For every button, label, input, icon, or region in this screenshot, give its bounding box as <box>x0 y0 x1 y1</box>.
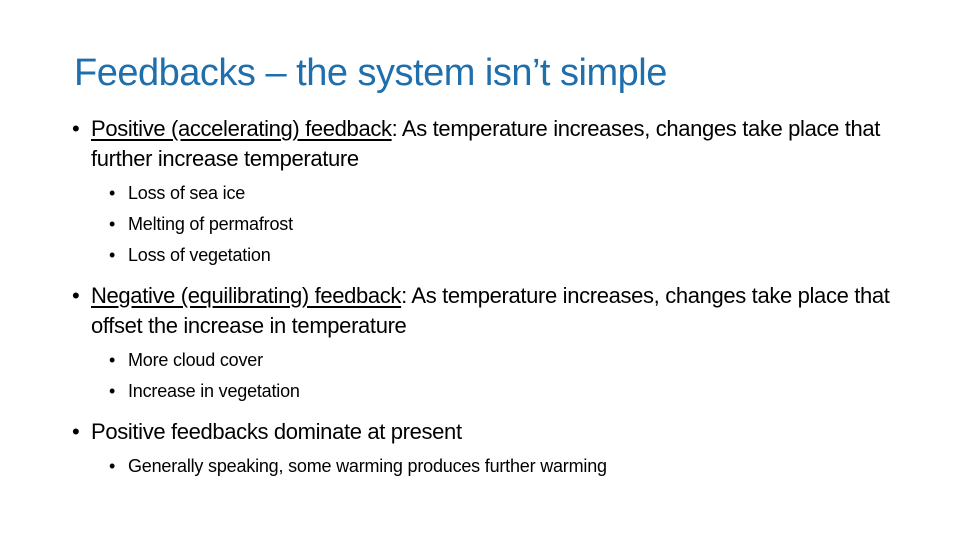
sub-bullet-text: Loss of sea ice <box>128 183 246 203</box>
sub-bullet-text: Loss of vegetation <box>128 245 271 265</box>
bullet-positive-feedback: • Positive (accelerating) feedback: As t… <box>72 114 922 174</box>
sub-bullet: • Increase in vegetation <box>72 376 922 407</box>
sub-list-negative: • More cloud cover • Increase in vegetat… <box>72 345 922 407</box>
bullet-icon: • <box>109 381 116 401</box>
bullet-icon: • <box>109 350 116 370</box>
sub-bullet-text: Generally speaking, some warming produce… <box>128 456 607 476</box>
sub-bullet-text: More cloud cover <box>128 350 263 370</box>
bullet-icon: • <box>109 245 116 265</box>
sub-bullet: • Melting of permafrost <box>72 209 922 240</box>
sub-bullet-text: Increase in vegetation <box>128 381 300 401</box>
sub-bullet: • More cloud cover <box>72 345 922 376</box>
bullet-negative-feedback: • Negative (equilibrating) feedback: As … <box>72 281 922 341</box>
slide: Feedbacks – the system isn’t simple • Po… <box>0 0 960 540</box>
term-negative-feedback: Negative (equilibrating) feedback <box>91 283 402 308</box>
slide-body: • Positive (accelerating) feedback: As t… <box>72 114 922 482</box>
bullet-icon: • <box>72 419 80 444</box>
sub-bullet-text: Melting of permafrost <box>128 214 293 234</box>
sub-list-positive: • Loss of sea ice • Melting of permafros… <box>72 178 922 271</box>
sub-bullet: • Generally speaking, some warming produ… <box>72 451 922 482</box>
sub-bullet: • Loss of sea ice <box>72 178 922 209</box>
slide-title: Feedbacks – the system isn’t simple <box>74 52 667 94</box>
bullet-text: Positive feedbacks dominate at present <box>91 419 462 444</box>
bullet-positive-dominate: • Positive feedbacks dominate at present <box>72 417 922 447</box>
bullet-icon: • <box>109 456 116 476</box>
sub-list-dominate: • Generally speaking, some warming produ… <box>72 451 922 482</box>
bullet-icon: • <box>72 116 80 141</box>
term-positive-feedback: Positive (accelerating) feedback <box>91 116 392 141</box>
bullet-icon: • <box>109 214 116 234</box>
bullet-icon: • <box>72 283 80 308</box>
bullet-icon: • <box>109 183 116 203</box>
sub-bullet: • Loss of vegetation <box>72 240 922 271</box>
